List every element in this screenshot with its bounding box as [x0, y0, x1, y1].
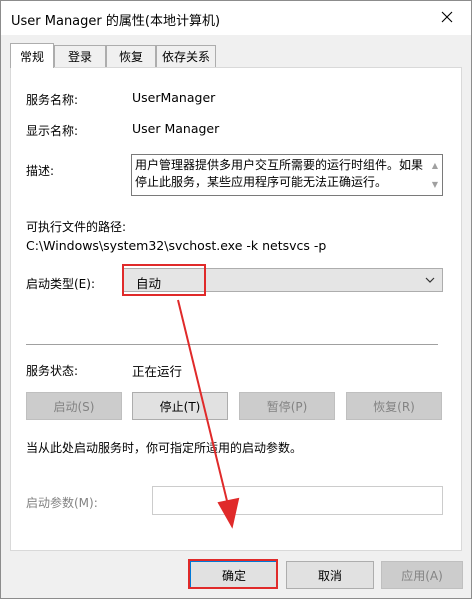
properties-window: User Manager 的属性(本地计算机) 常规 登录 恢复 依存关系 服务… — [0, 0, 472, 599]
apply-button[interactable]: 应用(A) — [381, 561, 463, 589]
start-params-label: 启动参数(M): — [26, 496, 98, 510]
resume-button[interactable]: 恢复(R) — [346, 392, 442, 420]
general-panel: 服务名称: UserManager 显示名称: User Manager 描述:… — [10, 67, 462, 551]
startup-type-select[interactable]: 自动 — [123, 268, 443, 292]
start-button[interactable]: 启动(S) — [26, 392, 122, 420]
tab-general[interactable]: 常规 — [10, 43, 54, 68]
resume-button-label: 恢复(R) — [373, 399, 415, 414]
pause-button[interactable]: 暂停(P) — [239, 392, 335, 420]
chevron-down-icon — [425, 277, 435, 283]
tab-label: 依存关系 — [161, 50, 210, 64]
scroll-up-icon[interactable]: ▲ — [432, 157, 438, 174]
title-bar: User Manager 的属性(本地计算机) — [1, 1, 471, 35]
ok-button[interactable]: 确定 — [190, 561, 278, 589]
display-name-label: 显示名称: — [26, 124, 79, 138]
service-name-label: 服务名称: — [26, 93, 79, 107]
description-textbox[interactable]: 用户管理器提供多用户交互所需要的运行时组件。如果停止此服务，某些应用程序可能无法… — [131, 154, 443, 196]
description-scrollbar[interactable]: ▲ ▼ — [430, 157, 440, 193]
display-name-value: User Manager — [132, 121, 220, 136]
tab-logon[interactable]: 登录 — [54, 45, 106, 67]
tab-label: 常规 — [19, 49, 44, 64]
description-text: 用户管理器提供多用户交互所需要的运行时组件。如果停止此服务，某些应用程序可能无法… — [135, 158, 424, 189]
divider — [26, 344, 438, 345]
close-icon — [441, 11, 453, 23]
scroll-down-icon[interactable]: ▼ — [432, 176, 438, 193]
cancel-button-label: 取消 — [317, 568, 342, 583]
pause-button-label: 暂停(P) — [266, 399, 308, 414]
stop-button[interactable]: 停止(T) — [132, 392, 228, 420]
tab-label: 恢复 — [118, 50, 143, 64]
startup-type-label: 启动类型(E): — [26, 277, 95, 291]
description-label: 描述: — [26, 164, 55, 178]
ok-button-label: 确定 — [221, 568, 246, 583]
tab-recovery[interactable]: 恢复 — [106, 45, 156, 67]
apply-button-label: 应用(A) — [401, 568, 443, 583]
stop-button-label: 停止(T) — [159, 399, 201, 414]
window-title: User Manager 的属性(本地计算机) — [11, 14, 221, 29]
tab-label: 登录 — [67, 50, 92, 64]
start-params-input[interactable] — [152, 486, 443, 515]
path-value: C:\Windows\system32\svchost.exe -k netsv… — [26, 238, 327, 253]
status-label: 服务状态: — [26, 364, 79, 378]
startup-type-value: 自动 — [136, 276, 162, 291]
tab-dependencies[interactable]: 依存关系 — [156, 45, 216, 67]
start-params-hint: 当从此处启动服务时，你可指定所适用的启动参数。 — [26, 441, 303, 455]
cancel-button[interactable]: 取消 — [286, 561, 374, 589]
status-value: 正在运行 — [132, 364, 183, 379]
start-button-label: 启动(S) — [53, 399, 95, 414]
close-button[interactable] — [425, 1, 469, 33]
service-name-value: UserManager — [132, 90, 216, 105]
path-label: 可执行文件的路径: — [26, 220, 127, 234]
